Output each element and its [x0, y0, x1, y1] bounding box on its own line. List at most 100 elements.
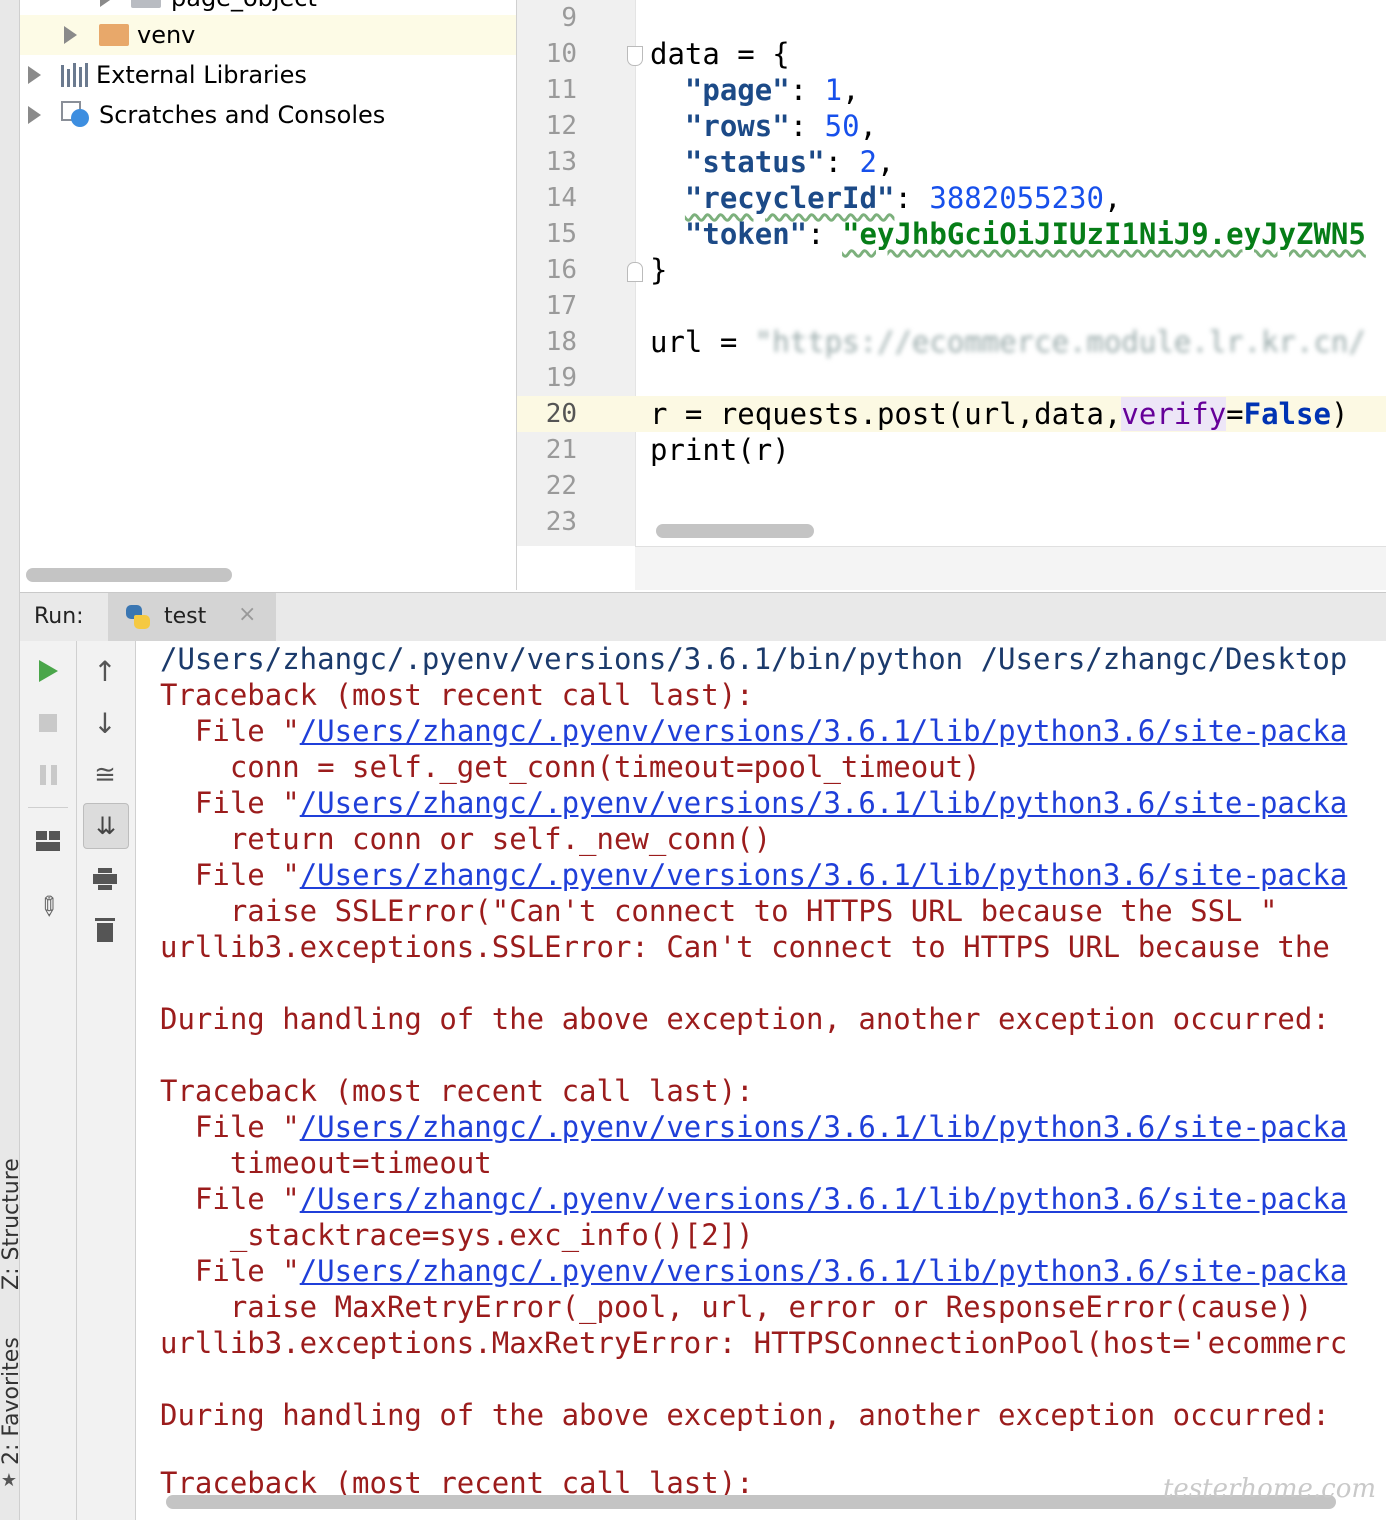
console-line: urllib3.exceptions.SSLError: Can't conne…: [160, 930, 1348, 964]
watermark: testerhome.com: [1162, 1474, 1376, 1504]
run-tab-test[interactable]: test ×: [108, 593, 276, 641]
run-toolbar-primary: ✎: [20, 641, 77, 1520]
structure-tool-tab[interactable]: Z: Structure: [0, 1140, 24, 1290]
code-line-21: print(r): [650, 433, 790, 467]
line-number: 9: [561, 3, 577, 33]
console-line: During handling of the above exception, …: [160, 1398, 1330, 1432]
scratches-icon: [61, 101, 91, 129]
line-number: 11: [545, 75, 577, 105]
tree-item-external-libraries[interactable]: External Libraries: [20, 55, 516, 95]
tree-item-label: page_object: [171, 0, 317, 12]
arrow-down-icon: ↓: [93, 706, 117, 740]
expand-arrow-icon[interactable]: [28, 106, 41, 124]
tree-item-venv[interactable]: venv: [20, 15, 516, 55]
stop-icon: [39, 714, 57, 732]
python-icon: [126, 605, 150, 629]
fold-marker-icon[interactable]: [627, 262, 643, 282]
stop-button[interactable]: [20, 701, 76, 745]
line-number: 19: [545, 363, 577, 393]
tree-item-scratches[interactable]: Scratches and Consoles: [20, 95, 516, 135]
run-tool-header: Run: test ×: [20, 592, 1386, 642]
folder-icon: [99, 24, 129, 46]
toolbar-divider: [28, 807, 68, 808]
code-line-13: "status": 2,: [684, 145, 895, 179]
library-icon: [61, 63, 88, 87]
run-label: Run:: [34, 604, 84, 629]
line-number: 18: [545, 327, 577, 357]
console-file-line: File "/Users/zhangc/.pyenv/versions/3.6.…: [160, 858, 1348, 892]
console-line: During handling of the above exception, …: [160, 1002, 1330, 1036]
code-line-20: r = requests.post(url,data,verify=False): [650, 397, 1349, 431]
file-link[interactable]: /Users/zhangc/.pyenv/versions/3.6.1/lib/…: [300, 714, 1348, 748]
code-editor[interactable]: 9 10 11 12 13 14 15 16 17 18 19 20 21 22…: [517, 0, 1386, 590]
scroll-to-end-icon: ⇊: [95, 812, 117, 840]
file-link[interactable]: /Users/zhangc/.pyenv/versions/3.6.1/lib/…: [300, 1110, 1348, 1144]
pin-button[interactable]: ✎: [20, 885, 76, 929]
print-button[interactable]: [77, 857, 133, 901]
line-number: 17: [545, 291, 577, 321]
fold-marker-icon[interactable]: [627, 46, 643, 66]
pause-icon: [39, 765, 57, 785]
console-file-line: File "/Users/zhangc/.pyenv/versions/3.6.…: [160, 786, 1348, 820]
print-icon: [93, 868, 117, 890]
console-output[interactable]: /Users/zhangc/.pyenv/versions/3.6.1/bin/…: [136, 641, 1386, 1520]
trash-icon: [95, 916, 115, 942]
star-icon: ★: [0, 1470, 18, 1491]
pause-button[interactable]: [20, 753, 76, 797]
code-line-16: }: [650, 253, 668, 287]
console-line: _stacktrace=sys.exc_info()[2]): [160, 1218, 754, 1252]
code-line-12: "rows": 50,: [684, 109, 877, 143]
tree-item-label: External Libraries: [96, 61, 307, 89]
code-line-15: "token": "eyJhbGciOiJIUzI1NiJ9.eyJyZWN5: [684, 217, 1366, 251]
play-icon: [38, 660, 58, 682]
console-line: conn = self._get_conn(timeout=pool_timeo…: [160, 750, 981, 784]
console-file-line: File "/Users/zhangc/.pyenv/versions/3.6.…: [160, 1110, 1348, 1144]
console-line: timeout=timeout: [160, 1146, 492, 1180]
up-stack-button[interactable]: ↑: [77, 649, 133, 693]
line-number: 23: [545, 507, 577, 537]
clear-all-button[interactable]: [77, 907, 133, 951]
line-number: 21: [545, 435, 577, 465]
expand-arrow-icon[interactable]: [100, 0, 113, 7]
layout-icon: [36, 831, 60, 851]
line-number: 22: [545, 471, 577, 501]
run-toolbar-secondary: ↑ ↓ ≅ ⇊: [77, 641, 136, 1520]
editor-bottom-bar: [635, 546, 1386, 590]
soft-wrap-button[interactable]: ≅: [77, 753, 133, 797]
close-icon[interactable]: ×: [238, 602, 256, 627]
favorites-tool-tab[interactable]: 2: Favorites: [0, 1335, 24, 1465]
rerun-button[interactable]: [20, 649, 76, 693]
layout-button[interactable]: [20, 819, 76, 863]
arrow-up-icon: ↑: [93, 654, 117, 688]
file-link[interactable]: /Users/zhangc/.pyenv/versions/3.6.1/lib/…: [300, 1254, 1348, 1288]
file-link[interactable]: /Users/zhangc/.pyenv/versions/3.6.1/lib/…: [300, 858, 1348, 892]
tree-item-label: venv: [137, 21, 196, 49]
code-line-11: "page": 1,: [684, 73, 860, 107]
line-number: 14: [545, 183, 577, 213]
scroll-to-end-button[interactable]: ⇊: [83, 803, 129, 849]
down-stack-button[interactable]: ↓: [77, 701, 133, 745]
line-number: 10: [545, 39, 577, 69]
redacted-url: "https://ecommerce.module.lr.kr.cn/: [754, 325, 1366, 359]
line-number: 20: [545, 399, 577, 429]
console-line: raise MaxRetryError(_pool, url, error or…: [160, 1290, 1313, 1324]
line-number: 15: [545, 219, 577, 249]
expand-arrow-icon[interactable]: [28, 66, 41, 84]
project-tree-panel: page_object venv External Libraries Scra…: [20, 0, 517, 590]
file-link[interactable]: /Users/zhangc/.pyenv/versions/3.6.1/lib/…: [300, 1182, 1348, 1216]
run-tab-label: test: [164, 604, 207, 629]
console-horizontal-scrollbar[interactable]: [166, 1495, 1336, 1509]
editor-horizontal-scrollbar[interactable]: [656, 524, 814, 538]
console-line: urllib3.exceptions.MaxRetryError: HTTPSC…: [160, 1326, 1348, 1360]
code-line-18: url = "https://ecommerce.module.lr.kr.cn…: [650, 325, 1366, 359]
console-line: Traceback (most recent call last):: [160, 1074, 754, 1108]
console-file-line: File "/Users/zhangc/.pyenv/versions/3.6.…: [160, 714, 1348, 748]
project-horizontal-scrollbar[interactable]: [26, 568, 232, 582]
console-line: raise SSLError("Can't connect to HTTPS U…: [160, 894, 1278, 928]
line-number: 16: [545, 255, 577, 285]
file-link[interactable]: /Users/zhangc/.pyenv/versions/3.6.1/lib/…: [300, 786, 1348, 820]
line-number: 12: [545, 111, 577, 141]
package-folder-icon: [131, 0, 161, 8]
console-line: return conn or self._new_conn(): [160, 822, 772, 856]
expand-arrow-icon[interactable]: [64, 26, 77, 44]
